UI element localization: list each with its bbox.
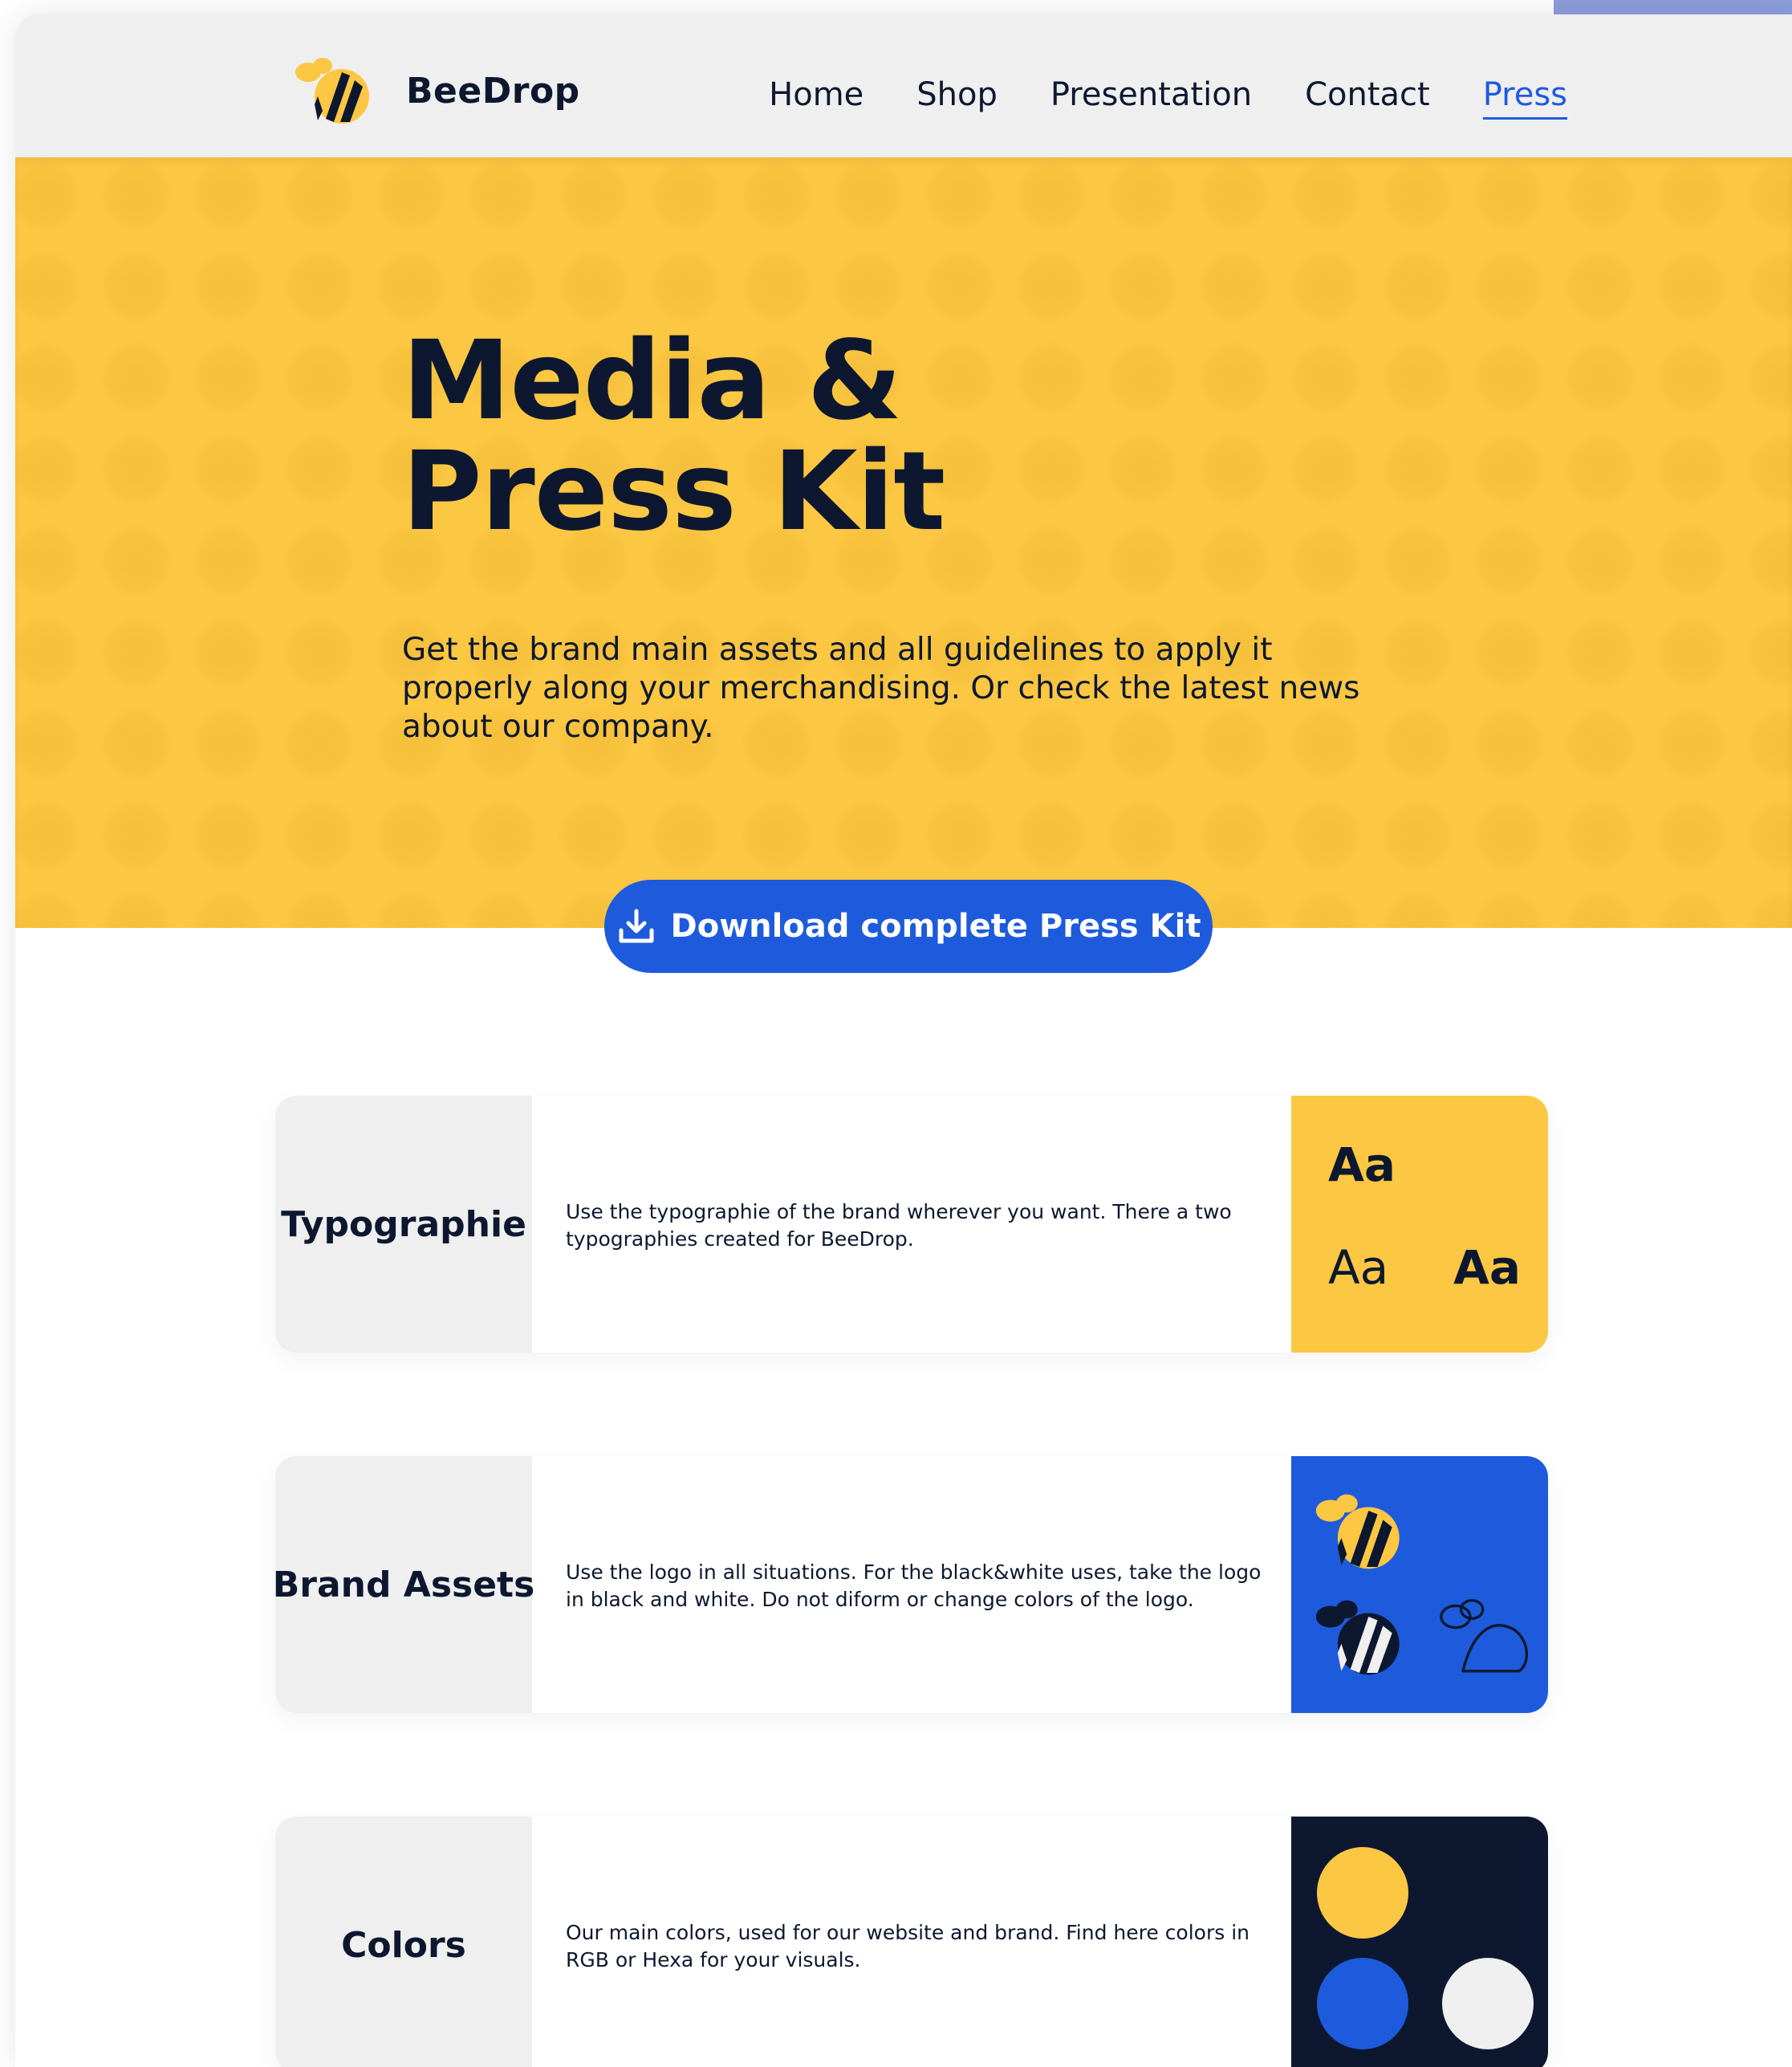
page-title: Media & Press Kit xyxy=(402,318,945,555)
bee-inverted-icon xyxy=(1315,1600,1400,1675)
nav-contact[interactable]: Contact xyxy=(1305,77,1430,120)
download-press-kit-button[interactable]: Download complete Press Kit xyxy=(604,880,1213,973)
section-card-colors[interactable]: Colors Our main colors, used for our web… xyxy=(275,1817,1548,2067)
color-swatch-blue xyxy=(1317,1958,1408,2049)
typography-preview: Aa Aa Aa xyxy=(1291,1096,1548,1353)
section-title: Colors xyxy=(341,1924,466,1966)
section-description: Use the logo in all situations. For the … xyxy=(566,1560,1262,1611)
section-title: Typographie xyxy=(281,1203,526,1245)
page: BeeDrop Home Shop Presentation Contact P… xyxy=(0,0,1792,2067)
bee-outline-icon xyxy=(1440,1598,1529,1673)
section-card-brand-assets[interactable]: Brand Assets Use the logo in all situati… xyxy=(275,1456,1548,1713)
brand-name: BeeDrop xyxy=(406,70,580,112)
color-swatch-light xyxy=(1442,1958,1534,2049)
hero-banner: Media & Press Kit Get the brand main ass… xyxy=(15,157,1792,928)
bee-logo-icon xyxy=(295,58,369,124)
color-swatch-yellow xyxy=(1317,1847,1408,1939)
section-description: Use the typographie of the brand whereve… xyxy=(566,1200,1232,1251)
section-card-typographie[interactable]: Typographie Use the typographie of the b… xyxy=(275,1096,1548,1353)
main-nav: Home Shop Presentation Contact Press xyxy=(769,77,1567,120)
site-header: BeeDrop Home Shop Presentation Contact P… xyxy=(15,14,1792,157)
section-title: Brand Assets xyxy=(275,1564,535,1605)
section-title-box: Colors xyxy=(275,1817,532,2067)
typography-sample-heavy: Aa xyxy=(1453,1240,1522,1295)
download-icon xyxy=(619,909,654,943)
section-description: Our main colors, used for our website an… xyxy=(566,1921,1250,1971)
nav-home[interactable]: Home xyxy=(769,77,863,120)
bee-color-icon xyxy=(1315,1494,1400,1569)
download-button-label: Download complete Press Kit xyxy=(670,908,1201,945)
browser-page-frame: BeeDrop Home Shop Presentation Contact P… xyxy=(15,14,1792,2067)
nav-presentation[interactable]: Presentation xyxy=(1050,77,1252,120)
nav-shop[interactable]: Shop xyxy=(916,77,998,120)
section-title-box: Brand Assets xyxy=(275,1456,535,1713)
section-title-box: Typographie xyxy=(275,1096,532,1353)
typography-sample-bold: Aa xyxy=(1328,1137,1396,1192)
colors-preview xyxy=(1291,1817,1548,2067)
hero-description: Get the brand main assets and all guidel… xyxy=(402,632,1360,745)
brand-logo-link[interactable]: BeeDrop xyxy=(291,56,580,125)
brand-assets-preview xyxy=(1291,1456,1548,1713)
nav-press[interactable]: Press xyxy=(1482,77,1567,120)
typography-sample-regular: Aa xyxy=(1328,1240,1389,1295)
